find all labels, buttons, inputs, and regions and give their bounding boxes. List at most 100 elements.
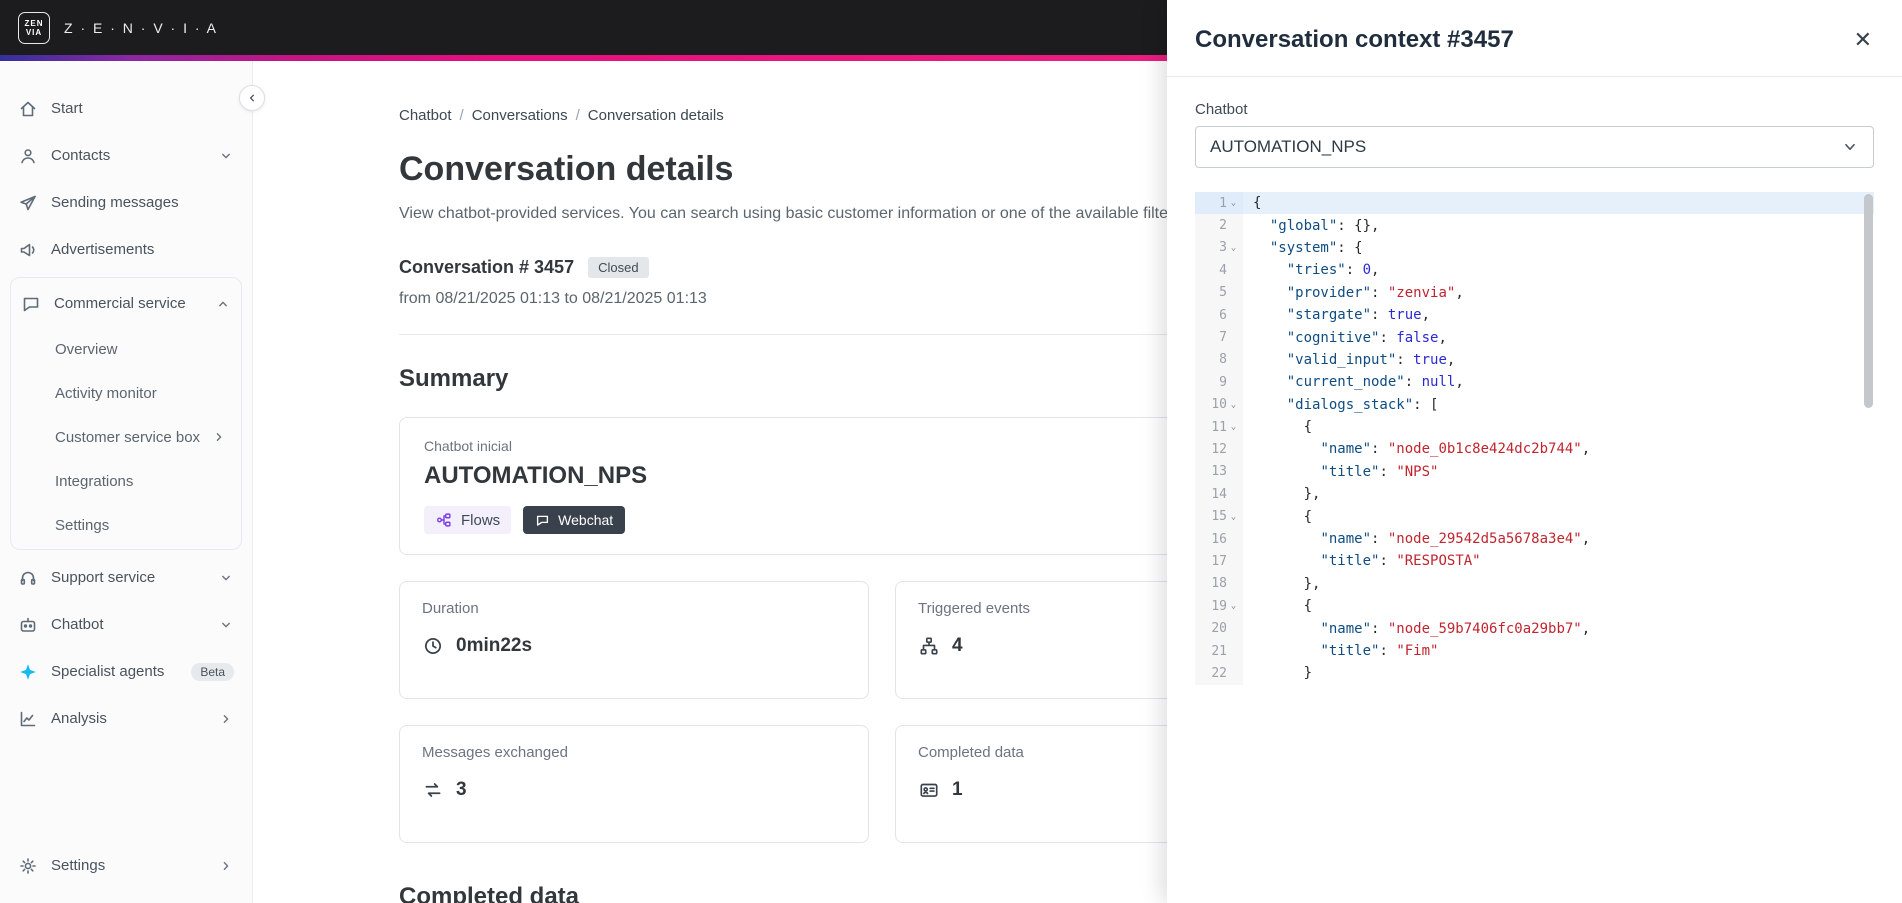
editor-line[interactable]: 22 } <box>1195 662 1874 685</box>
logo-line1: ZEN <box>24 18 44 28</box>
sidebar-item-settings-sub[interactable]: Settings <box>11 503 241 547</box>
breadcrumb-conversations[interactable]: Conversations <box>472 107 568 124</box>
gear-icon <box>20 857 36 874</box>
editor-line[interactable]: 21 "title": "Fim" <box>1195 639 1874 663</box>
editor-line[interactable]: 16 "name": "node_29542d5a5678a3e4", <box>1195 527 1874 551</box>
editor-line[interactable]: 20 "name": "node_59b7406fc0a29bb7", <box>1195 617 1874 640</box>
editor-line[interactable]: 18 }, <box>1195 572 1874 596</box>
editor-line[interactable]: 14 }, <box>1195 483 1874 506</box>
breadcrumb-chatbot[interactable]: Chatbot <box>399 107 452 124</box>
stat-label: Messages exchanged <box>422 744 568 761</box>
sidebar-subitem-label: Settings <box>55 516 110 534</box>
editor-line[interactable]: 8 "valid_input": true, <box>1195 348 1874 372</box>
editor-line[interactable]: 3 ⌄ "system": { <box>1195 236 1874 260</box>
sidebar-item-label: Support service <box>51 569 156 586</box>
sidebar-item-settings[interactable]: Settings <box>0 842 252 889</box>
sidebar-item-integrations[interactable]: Integrations <box>11 459 241 503</box>
sidebar-item-overview[interactable]: Overview <box>11 327 241 371</box>
contacts-icon <box>21 148 35 163</box>
id-card-icon <box>920 783 938 797</box>
editor-line[interactable]: 4 "tries": 0, <box>1195 259 1874 282</box>
sidebar-item-sending-messages[interactable]: Sending messages <box>0 179 252 226</box>
json-editor-lines: 1 ⌄{2 "global": {}, 3 ⌄ "system": {4 "tries… <box>1195 192 1874 685</box>
sidebar-item-label: Chatbot <box>51 616 104 633</box>
sidebar-group-commercial-service: Commercial service Overview Activity mon… <box>10 277 242 550</box>
chevron-right-icon <box>223 861 229 870</box>
editor-line[interactable]: 17 "title": "RESPOSTA" <box>1195 550 1874 573</box>
beta-badge: Beta <box>191 662 234 681</box>
chevron-down-icon <box>1845 143 1855 151</box>
chevron-right-icon <box>216 433 222 441</box>
sidebar-item-label: Contacts <box>51 147 111 164</box>
editor-line[interactable]: 1 ⌄{ <box>1195 192 1874 215</box>
editor-line[interactable]: 7 "cognitive": false, <box>1195 326 1874 349</box>
chevron-left-icon <box>249 94 255 102</box>
stat-card-duration: Duration 0min22s <box>399 581 869 699</box>
brand-name: Z · E · N · V · I · A <box>64 19 218 36</box>
sidebar-item-specialist-agents[interactable]: Specialist agents Beta <box>0 648 252 695</box>
sidebar-item-commercial-service[interactable]: Commercial service <box>11 280 241 327</box>
sidebar-item-support-service[interactable]: Support service <box>0 554 252 601</box>
chevron-down-icon <box>222 153 230 158</box>
zenvia-logo-icon[interactable]: ZEN VIA <box>18 11 50 44</box>
sidebar-item-activity-monitor[interactable]: Activity monitor <box>11 371 241 415</box>
stat-value: 3 <box>456 779 467 800</box>
webchat-tag-label: Webchat <box>558 512 614 528</box>
editor-scrollbar-thumb[interactable] <box>1864 194 1873 408</box>
editor-line[interactable]: 10 ⌄ "dialogs_stack": [ <box>1195 393 1874 416</box>
chevron-up-icon <box>219 301 227 306</box>
analysis-icon <box>20 711 36 726</box>
editor-line[interactable]: 11 ⌄ { <box>1195 415 1874 439</box>
chat-bubble-icon <box>537 515 549 526</box>
sidebar-item-contacts[interactable]: Contacts <box>0 132 252 179</box>
chevron-down-icon <box>222 622 230 627</box>
chevron-down-icon <box>222 575 230 580</box>
stat-value: 4 <box>952 635 963 656</box>
send-icon <box>20 195 36 210</box>
sidebar-subitem-label: Activity monitor <box>55 384 157 402</box>
editor-line[interactable]: 12 "name": "node_0b1c8e424dc2b744", <box>1195 438 1874 461</box>
logo-line2: VIA <box>25 27 43 37</box>
home-icon <box>20 101 36 116</box>
close-icon[interactable]: ✕ <box>1854 29 1872 51</box>
sidebar-item-label: Commercial service <box>54 295 186 312</box>
sidebar-item-label: Advertisements <box>51 241 155 258</box>
sidebar-item-label: Analysis <box>51 710 107 727</box>
megaphone-icon <box>20 243 35 256</box>
sidebar-item-chatbot[interactable]: Chatbot <box>0 601 252 648</box>
panel-title: Conversation context #3457 <box>1195 26 1514 53</box>
clock-icon <box>424 637 442 655</box>
editor-line[interactable]: 13 "title": "NPS" <box>1195 460 1874 484</box>
chevron-right-icon <box>223 714 229 723</box>
status-badge: Closed <box>588 257 649 278</box>
editor-line[interactable]: 5 "provider": "zenvia", <box>1195 281 1874 304</box>
sidebar-item-analysis[interactable]: Analysis <box>0 695 252 742</box>
flows-tag[interactable]: Flows <box>424 506 512 534</box>
sidebar: Start Contacts Sending messages Advertis… <box>0 61 265 903</box>
stat-value: 0min22s <box>456 635 533 656</box>
stat-card-messages-exchanged: Messages exchanged 3 <box>399 725 869 843</box>
editor-line[interactable]: 19 ⌄ { <box>1195 595 1874 618</box>
editor-line[interactable]: 6 "stargate": true, <box>1195 303 1874 327</box>
chatbot-select-label: Chatbot <box>1195 101 1248 118</box>
bot-icon <box>20 617 36 632</box>
webchat-tag[interactable]: Webchat <box>523 506 626 534</box>
sidebar-collapse-button[interactable] <box>239 85 265 111</box>
breadcrumb-current: Conversation details <box>587 107 724 124</box>
editor-line[interactable]: 15 ⌄ { <box>1195 505 1874 528</box>
editor-line[interactable]: 2 "global": {}, <box>1195 214 1874 237</box>
conversation-context-panel: Conversation context #3457 ✕ Chatbot AUT… <box>1167 0 1902 903</box>
sidebar-item-label: Settings <box>51 857 106 874</box>
chatbot-select-value: AUTOMATION_NPS <box>1210 137 1367 156</box>
sidebar-item-customer-service-box[interactable]: Customer service box <box>11 415 241 459</box>
editor-line[interactable]: 9 "current_node": null, <box>1195 371 1874 394</box>
chatbot-select[interactable]: AUTOMATION_NPS <box>1195 126 1874 168</box>
sidebar-item-advertisements[interactable]: Advertisements <box>0 226 252 273</box>
sidebar-item-label: Start <box>51 100 83 117</box>
json-editor[interactable]: 1 ⌄{2 "global": {}, 3 ⌄ "system": {4 "tries… <box>1195 192 1874 685</box>
breadcrumb-separator: / <box>575 107 580 124</box>
stat-value: 1 <box>952 779 963 800</box>
sidebar-item-start[interactable]: Start <box>0 85 252 132</box>
sidebar-item-label: Sending messages <box>51 194 179 211</box>
stat-label: Duration <box>422 600 479 617</box>
